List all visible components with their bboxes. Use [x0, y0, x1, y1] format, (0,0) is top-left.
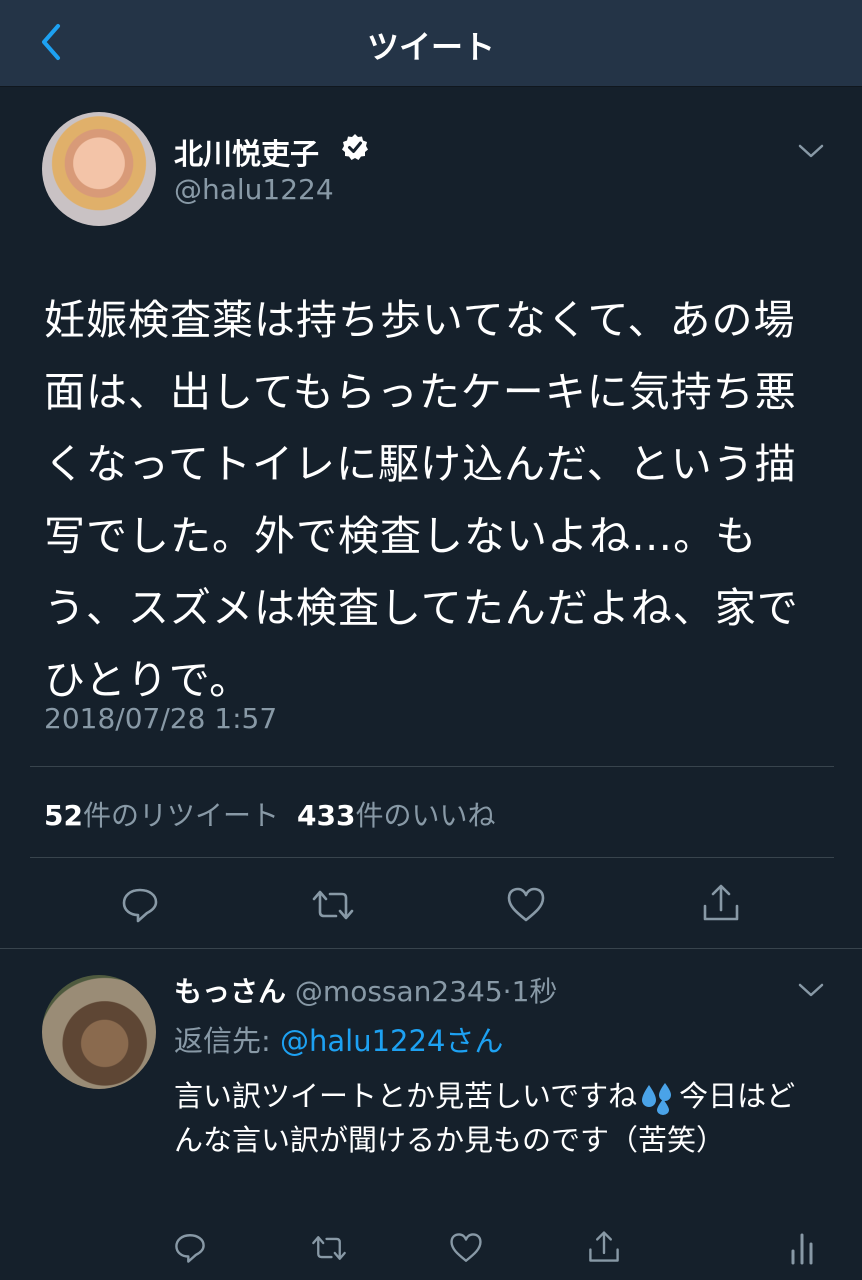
heart-icon: [507, 887, 545, 922]
like-stat[interactable]: 433件のいいね: [297, 799, 495, 832]
retweet-button[interactable]: [307, 880, 359, 930]
tweet-timestamp: 2018/07/28 1:57: [44, 702, 278, 735]
sweat-droplets-icon: [642, 1083, 672, 1115]
like-button[interactable]: [501, 880, 551, 930]
reply-button[interactable]: [115, 880, 165, 930]
page-title: ツイート: [366, 28, 495, 66]
like-count: 433: [296, 799, 356, 832]
reply-like-button[interactable]: [446, 1228, 486, 1268]
reply-share-button[interactable]: [584, 1226, 624, 1268]
top-navigation-bar: ツイート: [0, 0, 862, 87]
reply-analytics-button[interactable]: [784, 1228, 820, 1268]
reply-to-handle-link[interactable]: @halu1224さん: [280, 1024, 503, 1058]
reply-meta-separator: ·: [502, 975, 512, 1008]
reply-reply-button[interactable]: [170, 1228, 210, 1268]
share-icon: [703, 884, 739, 921]
share-button[interactable]: [696, 878, 746, 928]
reply-author-handle[interactable]: @mossan2345: [295, 975, 503, 1008]
author-handle[interactable]: @halu1224: [174, 173, 334, 206]
reply-header: もっさん @mossan2345·1秒: [174, 970, 557, 1010]
author-avatar[interactable]: [42, 112, 156, 226]
tweet-stats: 52件のリツイート 433件のいいね: [44, 794, 495, 834]
reply-retweet-button[interactable]: [308, 1228, 350, 1268]
tweet-menu-chevron-down-icon[interactable]: [798, 143, 824, 159]
divider: [0, 948, 862, 949]
verified-badge-icon: [342, 134, 368, 160]
reply-to-label: 返信先:: [174, 1024, 271, 1058]
retweet-label: 件のリツイート: [82, 799, 279, 832]
share-icon: [589, 1231, 619, 1262]
divider: [30, 766, 834, 767]
reply-menu-chevron-down-icon[interactable]: [798, 982, 824, 998]
reply-text: 言い訳ツイートとか見苦しいですね 今日はどんな言い訳が聞けるか見ものです（苦笑）: [174, 1074, 824, 1162]
author-display-name[interactable]: 北川悦吏子: [174, 131, 319, 173]
tweet-text: 妊娠検査薬は持ち歩いてなくて、あの場面は、出してもらったケーキに気持ち悪くなって…: [44, 296, 799, 704]
reply-icon: [175, 1234, 205, 1263]
retweet-stat[interactable]: 52件のリツイート: [44, 799, 279, 832]
reply-time: 1秒: [511, 975, 558, 1008]
analytics-icon: [791, 1233, 813, 1265]
retweet-icon: [312, 1236, 346, 1260]
divider: [30, 857, 834, 858]
reply-author-name[interactable]: もっさん: [174, 975, 286, 1008]
like-label: 件のいいね: [355, 799, 496, 832]
reply-to-line: 返信先: @halu1224さん: [174, 1018, 503, 1060]
heart-icon: [450, 1233, 482, 1262]
reply-icon: [122, 888, 158, 923]
retweet-icon: [312, 890, 354, 920]
retweet-count: 52: [44, 799, 83, 832]
reply-author-avatar[interactable]: [42, 975, 156, 1089]
reply-text-part-1: 言い訳ツイートとか見苦しいですね: [174, 1079, 638, 1113]
